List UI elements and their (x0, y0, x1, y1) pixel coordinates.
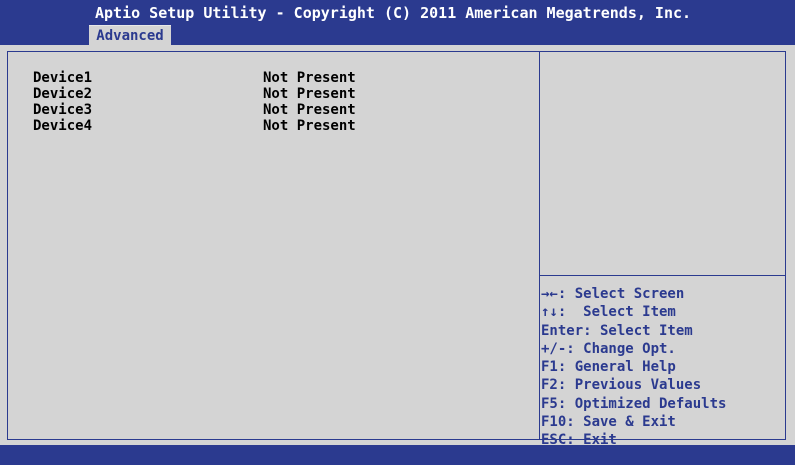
device-row-3[interactable]: Device3 Not Present (33, 102, 513, 118)
device-name: Device1 (33, 70, 93, 86)
device-name: Device2 (33, 86, 93, 102)
device-name: Device4 (33, 118, 93, 134)
settings-panel: Device1 Not Present Device2 Not Present … (8, 52, 539, 439)
help-enter: Enter: Select Item (541, 322, 693, 339)
help-change-opt: +/-: Change Opt. (541, 340, 676, 357)
help-panel: →←: Select Screen ↑↓: Select Item Enter:… (540, 52, 785, 448)
utility-title: Aptio Setup Utility - Copyright (C) 2011… (95, 4, 692, 22)
main-area: Device1 Not Present Device2 Not Present … (0, 45, 795, 448)
help-select-screen: →←: Select Screen (541, 286, 685, 302)
key-help-list: →←: Select Screen ↑↓: Select Item Enter:… (540, 285, 785, 450)
device-row-2[interactable]: Device2 Not Present (33, 86, 513, 102)
help-select-item: ↑↓: Select Item (541, 304, 676, 321)
help-divider (540, 275, 785, 276)
tab-advanced[interactable]: Advanced (89, 25, 171, 46)
device-row-1[interactable]: Device1 Not Present (33, 70, 513, 86)
device-status: Not Present (263, 86, 356, 102)
help-f1: F1: General Help (541, 359, 676, 376)
device-status: Not Present (263, 102, 356, 118)
device-name: Device3 (33, 102, 93, 118)
footer-bar (0, 445, 795, 465)
title-bar: Aptio Setup Utility - Copyright (C) 2011… (0, 0, 795, 46)
device-status: Not Present (263, 70, 356, 86)
content-frame: Device1 Not Present Device2 Not Present … (7, 51, 786, 448)
help-f5: F5: Optimized Defaults (541, 395, 727, 412)
help-f10: F10: Save & Exit (541, 414, 676, 431)
device-status: Not Present (263, 118, 356, 134)
device-row-4[interactable]: Device4 Not Present (33, 118, 513, 134)
help-f2: F2: Previous Values (541, 377, 702, 394)
